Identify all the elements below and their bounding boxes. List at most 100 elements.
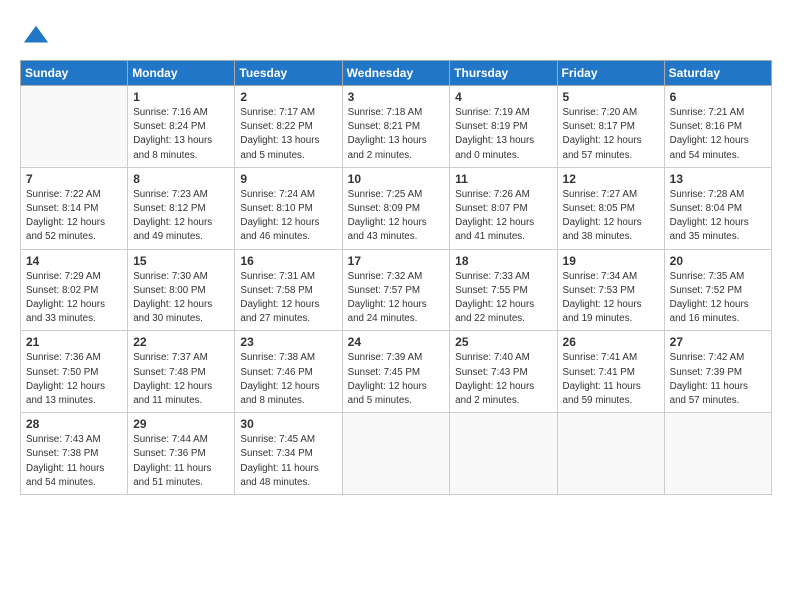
day-info: Sunrise: 7:42 AMSunset: 7:39 PMDaylight:… [670,351,766,408]
day-info: Sunrise: 7:43 AMSunset: 7:38 PMDaylight:… [26,433,122,490]
calendar-cell: 16 Sunrise: 7:31 AMSunset: 7:58 PMDayligh… [235,249,342,331]
day-info: Sunrise: 7:19 AMSunset: 8:19 PMDaylight:… [455,106,551,163]
day-info: Sunrise: 7:17 AMSunset: 8:22 PMDaylight:… [240,106,336,163]
day-number: 2 [240,90,336,104]
weekday-header-tuesday: Tuesday [235,61,342,86]
calendar-cell: 21Sunrise: 7:36 AMSunset: 7:50 PMDayligh… [21,331,128,413]
day-number: 26 [563,335,659,349]
day-info: Sunrise: 7:44 AMSunset: 7:36 PMDaylight:… [133,433,229,490]
weekday-header-row: SundayMondayTuesdayWednesdayThursdayFrid… [21,61,772,86]
calendar-cell: 13 Sunrise: 7:28 AMSunset: 8:04 PMDayligh… [664,167,771,249]
calendar-cell: 24 Sunrise: 7:39 AMSunset: 7:45 PMDayligh… [342,331,450,413]
day-info: Sunrise: 7:36 AMSunset: 7:50 PMDaylight:… [26,351,122,408]
day-number: 4 [455,90,551,104]
calendar-cell: 22Sunrise: 7:37 AMSunset: 7:48 PMDayligh… [128,331,235,413]
day-info: Sunrise: 7:32 AMSunset: 7:57 PMDaylight:… [348,270,445,327]
day-info: Sunrise: 7:18 AMSunset: 8:21 PMDaylight:… [348,106,445,163]
day-info: Sunrise: 7:22 AMSunset: 8:14 PMDaylight:… [26,188,122,245]
calendar-cell [21,86,128,168]
calendar-cell: 19 Sunrise: 7:34 AMSunset: 7:53 PMDayligh… [557,249,664,331]
day-number: 5 [563,90,659,104]
weekday-header-thursday: Thursday [450,61,557,86]
week-row-1: 7 Sunrise: 7:22 AMSunset: 8:14 PMDaylight… [21,167,772,249]
day-info: Sunrise: 7:25 AMSunset: 8:09 PMDaylight:… [348,188,445,245]
day-info: Sunrise: 7:31 AMSunset: 7:58 PMDaylight:… [240,270,336,327]
calendar-cell: 7 Sunrise: 7:22 AMSunset: 8:14 PMDaylight… [21,167,128,249]
day-info: Sunrise: 7:35 AMSunset: 7:52 PMDaylight:… [670,270,766,327]
day-info: Sunrise: 7:28 AMSunset: 8:04 PMDaylight:… [670,188,766,245]
day-number: 27 [670,335,766,349]
day-number: 13 [670,172,766,186]
logo [20,22,50,50]
week-row-4: 28 Sunrise: 7:43 AMSunset: 7:38 PMDayligh… [21,413,772,495]
calendar-cell: 18 Sunrise: 7:33 AMSunset: 7:55 PMDayligh… [450,249,557,331]
page: SundayMondayTuesdayWednesdayThursdayFrid… [0,0,792,505]
day-number: 19 [563,254,659,268]
day-number: 15 [133,254,229,268]
calendar-cell: 27 Sunrise: 7:42 AMSunset: 7:39 PMDayligh… [664,331,771,413]
day-info: Sunrise: 7:23 AMSunset: 8:12 PMDaylight:… [133,188,229,245]
day-number: 23 [240,335,336,349]
calendar-cell: 8 Sunrise: 7:23 AMSunset: 8:12 PMDaylight… [128,167,235,249]
calendar-cell: 2 Sunrise: 7:17 AMSunset: 8:22 PMDaylight… [235,86,342,168]
weekday-header-sunday: Sunday [21,61,128,86]
day-number: 30 [240,417,336,431]
day-info: Sunrise: 7:34 AMSunset: 7:53 PMDaylight:… [563,270,659,327]
calendar-cell: 12 Sunrise: 7:27 AMSunset: 8:05 PMDayligh… [557,167,664,249]
day-number: 29 [133,417,229,431]
day-number: 14 [26,254,122,268]
day-number: 12 [563,172,659,186]
day-info: Sunrise: 7:41 AMSunset: 7:41 PMDaylight:… [563,351,659,408]
calendar-cell [557,413,664,495]
calendar-cell: 3 Sunrise: 7:18 AMSunset: 8:21 PMDaylight… [342,86,450,168]
day-info: Sunrise: 7:21 AMSunset: 8:16 PMDaylight:… [670,106,766,163]
day-info: Sunrise: 7:24 AMSunset: 8:10 PMDaylight:… [240,188,336,245]
day-number: 8 [133,172,229,186]
day-number: 24 [348,335,445,349]
calendar-cell: 25 Sunrise: 7:40 AMSunset: 7:43 PMDayligh… [450,331,557,413]
day-number: 17 [348,254,445,268]
calendar-cell: 6 Sunrise: 7:21 AMSunset: 8:16 PMDaylight… [664,86,771,168]
calendar-cell: 23 Sunrise: 7:38 AMSunset: 7:46 PMDayligh… [235,331,342,413]
day-info: Sunrise: 7:40 AMSunset: 7:43 PMDaylight:… [455,351,551,408]
calendar-cell: 9 Sunrise: 7:24 AMSunset: 8:10 PMDaylight… [235,167,342,249]
weekday-header-wednesday: Wednesday [342,61,450,86]
calendar-table: SundayMondayTuesdayWednesdayThursdayFrid… [20,60,772,495]
day-number: 20 [670,254,766,268]
day-info: Sunrise: 7:39 AMSunset: 7:45 PMDaylight:… [348,351,445,408]
calendar-cell: 30 Sunrise: 7:45 AMSunset: 7:34 PMDayligh… [235,413,342,495]
logo-icon [22,22,50,50]
calendar-cell: 20 Sunrise: 7:35 AMSunset: 7:52 PMDayligh… [664,249,771,331]
day-number: 10 [348,172,445,186]
day-number: 6 [670,90,766,104]
day-info: Sunrise: 7:16 AMSunset: 8:24 PMDaylight:… [133,106,229,163]
day-info: Sunrise: 7:33 AMSunset: 7:55 PMDaylight:… [455,270,551,327]
day-info: Sunrise: 7:45 AMSunset: 7:34 PMDaylight:… [240,433,336,490]
day-number: 1 [133,90,229,104]
day-number: 18 [455,254,551,268]
day-number: 22 [133,335,229,349]
day-number: 11 [455,172,551,186]
calendar-cell [342,413,450,495]
day-number: 9 [240,172,336,186]
day-number: 16 [240,254,336,268]
day-number: 3 [348,90,445,104]
day-number: 28 [26,417,122,431]
day-number: 25 [455,335,551,349]
calendar-cell: 29 Sunrise: 7:44 AMSunset: 7:36 PMDayligh… [128,413,235,495]
header [20,18,772,50]
day-info: Sunrise: 7:38 AMSunset: 7:46 PMDaylight:… [240,351,336,408]
day-info: Sunrise: 7:20 AMSunset: 8:17 PMDaylight:… [563,106,659,163]
calendar-cell: 26 Sunrise: 7:41 AMSunset: 7:41 PMDayligh… [557,331,664,413]
logo-line1 [20,22,50,50]
day-info: Sunrise: 7:27 AMSunset: 8:05 PMDaylight:… [563,188,659,245]
day-number: 7 [26,172,122,186]
calendar-cell: 10 Sunrise: 7:25 AMSunset: 8:09 PMDayligh… [342,167,450,249]
calendar-cell: 28 Sunrise: 7:43 AMSunset: 7:38 PMDayligh… [21,413,128,495]
day-info: Sunrise: 7:30 AMSunset: 8:00 PMDaylight:… [133,270,229,327]
week-row-0: 1 Sunrise: 7:16 AMSunset: 8:24 PMDaylight… [21,86,772,168]
calendar-cell [450,413,557,495]
day-info: Sunrise: 7:26 AMSunset: 8:07 PMDaylight:… [455,188,551,245]
calendar-cell: 1 Sunrise: 7:16 AMSunset: 8:24 PMDaylight… [128,86,235,168]
calendar-cell [664,413,771,495]
